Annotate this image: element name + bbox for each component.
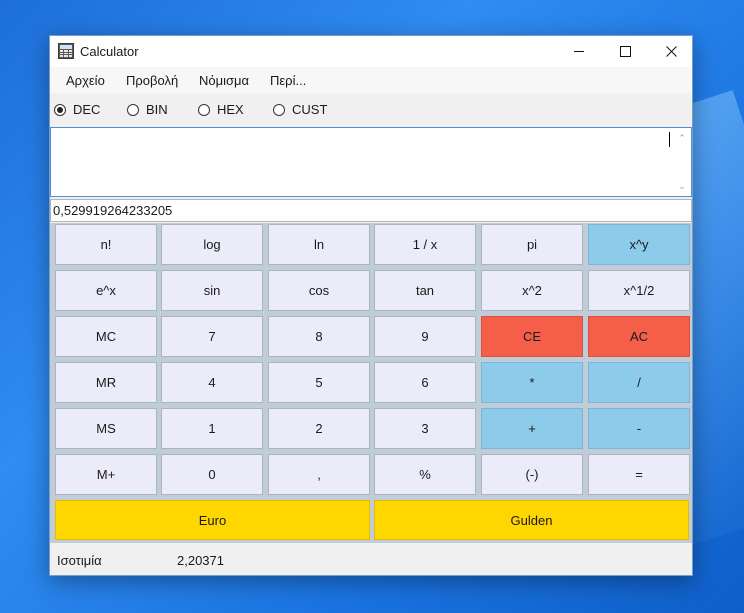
key-square[interactable]: x^2 xyxy=(481,270,583,311)
calculator-window: Calculator Αρχείο Προβολή Νόμισμα Περί..… xyxy=(49,35,693,576)
title-bar[interactable]: Calculator xyxy=(50,36,692,67)
key-cos[interactable]: cos xyxy=(268,270,370,311)
exchange-rate-value: 2,20371 xyxy=(177,553,224,568)
scroll-up-icon[interactable]: ⌃ xyxy=(678,134,686,143)
window-title: Calculator xyxy=(80,44,139,59)
text-caret xyxy=(669,132,670,147)
radio-unselected-icon xyxy=(273,103,285,116)
key-power[interactable]: x^y xyxy=(588,224,690,265)
key-log[interactable]: log xyxy=(161,224,263,265)
key-memory-clear[interactable]: MC xyxy=(55,316,157,357)
radio-selected-icon xyxy=(54,103,66,116)
menu-about[interactable]: Περί... xyxy=(270,73,306,88)
key-memory-add[interactable]: M+ xyxy=(55,454,157,495)
key-digit-6[interactable]: 6 xyxy=(374,362,476,403)
key-clear-entry[interactable]: CE xyxy=(481,316,583,357)
key-reciprocal[interactable]: 1 / x xyxy=(374,224,476,265)
mode-dec-radio[interactable]: DEC xyxy=(54,102,100,117)
close-button[interactable] xyxy=(648,36,694,67)
mode-bin-radio[interactable]: BIN xyxy=(127,102,168,117)
key-tan[interactable]: tan xyxy=(374,270,476,311)
key-ln[interactable]: ln xyxy=(268,224,370,265)
menu-view[interactable]: Προβολή xyxy=(126,73,178,88)
menu-currency[interactable]: Νόμισμα xyxy=(199,73,249,88)
exchange-rate-label: Ισοτιμία xyxy=(57,553,102,568)
scroll-down-icon[interactable]: ⌄ xyxy=(678,182,686,191)
key-subtract[interactable]: - xyxy=(588,408,690,449)
status-bar: Ισοτιμία 2,20371 xyxy=(50,544,692,575)
close-icon xyxy=(665,46,677,57)
key-pi[interactable]: pi xyxy=(481,224,583,265)
key-all-clear[interactable]: AC xyxy=(588,316,690,357)
key-digit-3[interactable]: 3 xyxy=(374,408,476,449)
key-digit-0[interactable]: 0 xyxy=(161,454,263,495)
menu-file[interactable]: Αρχείο xyxy=(66,73,105,88)
menu-bar: Αρχείο Προβολή Νόμισμα Περί... xyxy=(50,67,692,93)
key-memory-recall[interactable]: MR xyxy=(55,362,157,403)
key-digit-7[interactable]: 7 xyxy=(161,316,263,357)
key-exp[interactable]: e^x xyxy=(55,270,157,311)
key-sin[interactable]: sin xyxy=(161,270,263,311)
key-sqrt[interactable]: x^1/2 xyxy=(588,270,690,311)
gulden-button[interactable]: Gulden xyxy=(374,500,689,540)
key-digit-1[interactable]: 1 xyxy=(161,408,263,449)
radio-unselected-icon xyxy=(198,103,210,116)
key-decimal-comma[interactable]: , xyxy=(268,454,370,495)
calculator-icon xyxy=(58,43,74,59)
number-mode-group: DEC BIN HEX CUST xyxy=(50,93,692,125)
key-digit-2[interactable]: 2 xyxy=(268,408,370,449)
key-digit-9[interactable]: 9 xyxy=(374,316,476,357)
euro-button[interactable]: Euro xyxy=(55,500,370,540)
minimize-button[interactable] xyxy=(556,36,602,67)
mode-cust-radio[interactable]: CUST xyxy=(273,102,327,117)
key-negate[interactable]: (-) xyxy=(481,454,583,495)
key-multiply[interactable]: * xyxy=(481,362,583,403)
maximize-icon xyxy=(619,46,631,57)
key-factorial[interactable]: n! xyxy=(55,224,157,265)
expression-input[interactable]: ⌃ ⌄ xyxy=(50,127,692,197)
key-digit-4[interactable]: 4 xyxy=(161,362,263,403)
radio-unselected-icon xyxy=(127,103,139,116)
vertical-scrollbar[interactable]: ⌃ ⌄ xyxy=(674,128,691,196)
key-equals[interactable]: = xyxy=(588,454,690,495)
maximize-button[interactable] xyxy=(602,36,648,67)
minimize-icon xyxy=(574,51,584,52)
result-display: 0,529919264233205 xyxy=(50,199,692,222)
key-digit-8[interactable]: 8 xyxy=(268,316,370,357)
key-divide[interactable]: / xyxy=(588,362,690,403)
keypad: n! log ln 1 / x pi x^y e^x sin cos tan x… xyxy=(50,223,692,543)
key-percent[interactable]: % xyxy=(374,454,476,495)
key-memory-store[interactable]: MS xyxy=(55,408,157,449)
mode-hex-radio[interactable]: HEX xyxy=(198,102,244,117)
key-digit-5[interactable]: 5 xyxy=(268,362,370,403)
key-add[interactable]: + xyxy=(481,408,583,449)
